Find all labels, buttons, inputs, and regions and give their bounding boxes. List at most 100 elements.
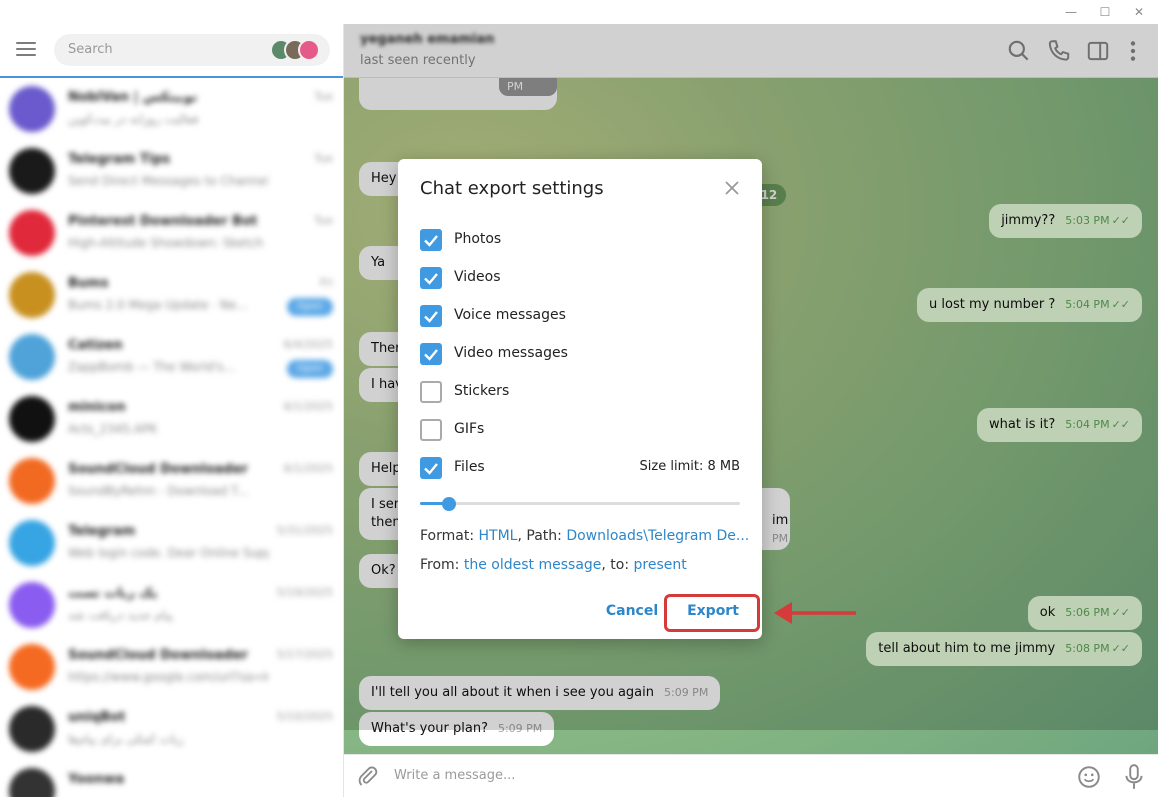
chat-name: uniqBot [68,710,126,725]
date-range-line: From: the oldest message, to: present [420,557,687,573]
search-input[interactable]: Search [54,34,330,66]
option-photos[interactable]: Photos [420,229,740,251]
chat-list-item[interactable]: Yoonwa [0,760,343,797]
cancel-button[interactable]: Cancel [600,603,664,619]
close-icon[interactable] [724,180,740,196]
option-label: Video messages [454,345,568,361]
chat-list-item[interactable]: NobiVan | نوبیتکس Tue فعالیت روزانه در بیت… [0,78,343,140]
close-window-button[interactable]: ✕ [1122,0,1156,24]
highlight-box [664,594,760,632]
avatar [9,334,55,380]
chat-list-item[interactable]: SoundCloud Downloader 6/1/2025 SoundByRehm… [0,450,343,512]
arrow-icon [774,602,856,624]
chat-list-item[interactable]: Telegram Tips Tue Send Direct Messages to … [0,140,343,202]
chat-name: minicon [68,400,126,415]
chat-preview: SoundByRehm - Download T... [68,484,249,498]
checkbox[interactable] [420,267,442,289]
chat-time: 6/1/2025 [283,400,333,413]
chat-time: Tue [314,152,333,165]
avatar [9,396,55,442]
chat-time: 5/31/2025 [276,524,333,537]
chat-name: Yoonwa [68,772,125,787]
story-avatar[interactable] [298,39,320,61]
chat-list-item[interactable]: SoundCloud Downloader 5/17/2025 https://ww… [0,636,343,698]
chat-name: NobiVan | نوبیتکس [68,90,198,105]
emoji-icon[interactable] [1076,764,1102,790]
chat-preview: Acts_2345.APK [68,422,158,436]
chat-list-item[interactable]: Pinterest Downloader Bot Tue High-Altitude… [0,202,343,264]
option-label: GIFs [454,421,485,437]
checkbox[interactable] [420,419,442,441]
chat-name: Bums [68,276,109,291]
sidebar-header: Search [0,24,343,78]
option-label: Videos [454,269,501,285]
chat-time: Tue [314,214,333,227]
option-stickers[interactable]: Stickers [420,381,740,403]
checkbox[interactable] [420,381,442,403]
option-video-messages[interactable]: Video messages [420,343,740,365]
avatar [9,768,55,797]
avatar [9,706,55,752]
chat-preview: https://www.google.com/url?sa=kseuran... [68,670,268,684]
chat-preview: پیام جدید دریافت شد [68,608,173,622]
chat-list-item[interactable]: uniqBot 5/10/2025 ربات کمکی برای پیام‌ها [0,698,343,760]
microphone-icon[interactable] [1121,763,1147,791]
path-label: , Path: [517,528,567,544]
attach-icon[interactable] [356,764,380,788]
open-badge[interactable]: Open [287,360,333,378]
chat-name: Catizen [68,338,123,353]
format-label: Format: [420,528,479,544]
avatar [9,272,55,318]
chat-time: 5/17/2025 [276,648,333,661]
search-placeholder: Search [68,42,113,57]
chat-time: 5/19/2025 [276,586,333,599]
option-voice-messages[interactable]: Voice messages [420,305,740,327]
option-label: Photos [454,231,502,247]
chat-name: SoundCloud Downloader [68,462,248,477]
chat-list-item[interactable]: minicon 6/1/2025 Acts_2345.APK [0,388,343,450]
message-input[interactable]: Write a message... [394,768,515,783]
chat-list-item[interactable]: Telegram 5/31/2025 Web login code. Dear On… [0,512,343,574]
check-icon [424,273,438,285]
chat-preview: Send Direct Messages to Channels. You ..… [68,174,268,188]
from-link[interactable]: the oldest message [464,557,602,573]
open-badge[interactable]: Open [287,298,333,316]
option-videos[interactable]: Videos [420,267,740,289]
title-bar: — ☐ ✕ [0,0,1158,24]
slider-track[interactable] [420,502,740,505]
chat-list-item[interactable]: Catizen 6/4/2025 ZappBomb — The World's...… [0,326,343,388]
check-icon [424,311,438,323]
chat-list-panel: Search NobiVan | نوبیتکس Tue فعالیت روزانه… [0,24,344,797]
chat-preview: فعالیت روزانه در بیت‌کوین [68,112,199,126]
checkbox[interactable] [420,305,442,327]
chat-name: SoundCloud Downloader [68,648,248,663]
chat-export-dialog: Chat export settings Photos Videos Voice m… [398,159,762,639]
to-label: , to: [601,557,634,573]
avatar [9,644,55,690]
path-link[interactable]: Downloads\Telegram De... [566,528,749,544]
from-label: From: [420,557,464,573]
chat-time: 6/1/2025 [283,462,333,475]
option-gifs[interactable]: GIFs [420,419,740,441]
chat-preview: Bums 2.0 Mega Update · Ne... [68,298,248,312]
chat-list-item[interactable]: یک ربات تست 5/19/2025 پیام جدید دریافت شد [0,574,343,636]
size-limit-label: Size limit: 8 MB [639,459,740,474]
maximize-button[interactable]: ☐ [1088,0,1122,24]
size-limit-slider[interactable] [420,497,740,511]
menu-icon[interactable] [16,42,36,56]
chat-preview: Web login code. Dear Online Support, we … [68,546,268,560]
format-path-line: Format: HTML, Path: Downloads\Telegram D… [420,528,749,544]
chat-preview: High-Altitude Showdown: Sketch ... [68,236,268,250]
checkbox[interactable] [420,343,442,365]
chat-time: 5/10/2025 [276,710,333,723]
to-link[interactable]: present [634,557,687,573]
chat-list-item[interactable]: Bums Fri Bums 2.0 Mega Update · Ne... Open [0,264,343,326]
format-link[interactable]: HTML [479,528,518,544]
chat-time: Fri [319,276,333,289]
slider-handle[interactable] [441,497,456,511]
chat-preview: ربات کمکی برای پیام‌ها [68,732,184,746]
avatar [9,148,55,194]
check-icon [424,235,438,247]
minimize-button[interactable]: — [1054,0,1088,24]
checkbox[interactable] [420,229,442,251]
